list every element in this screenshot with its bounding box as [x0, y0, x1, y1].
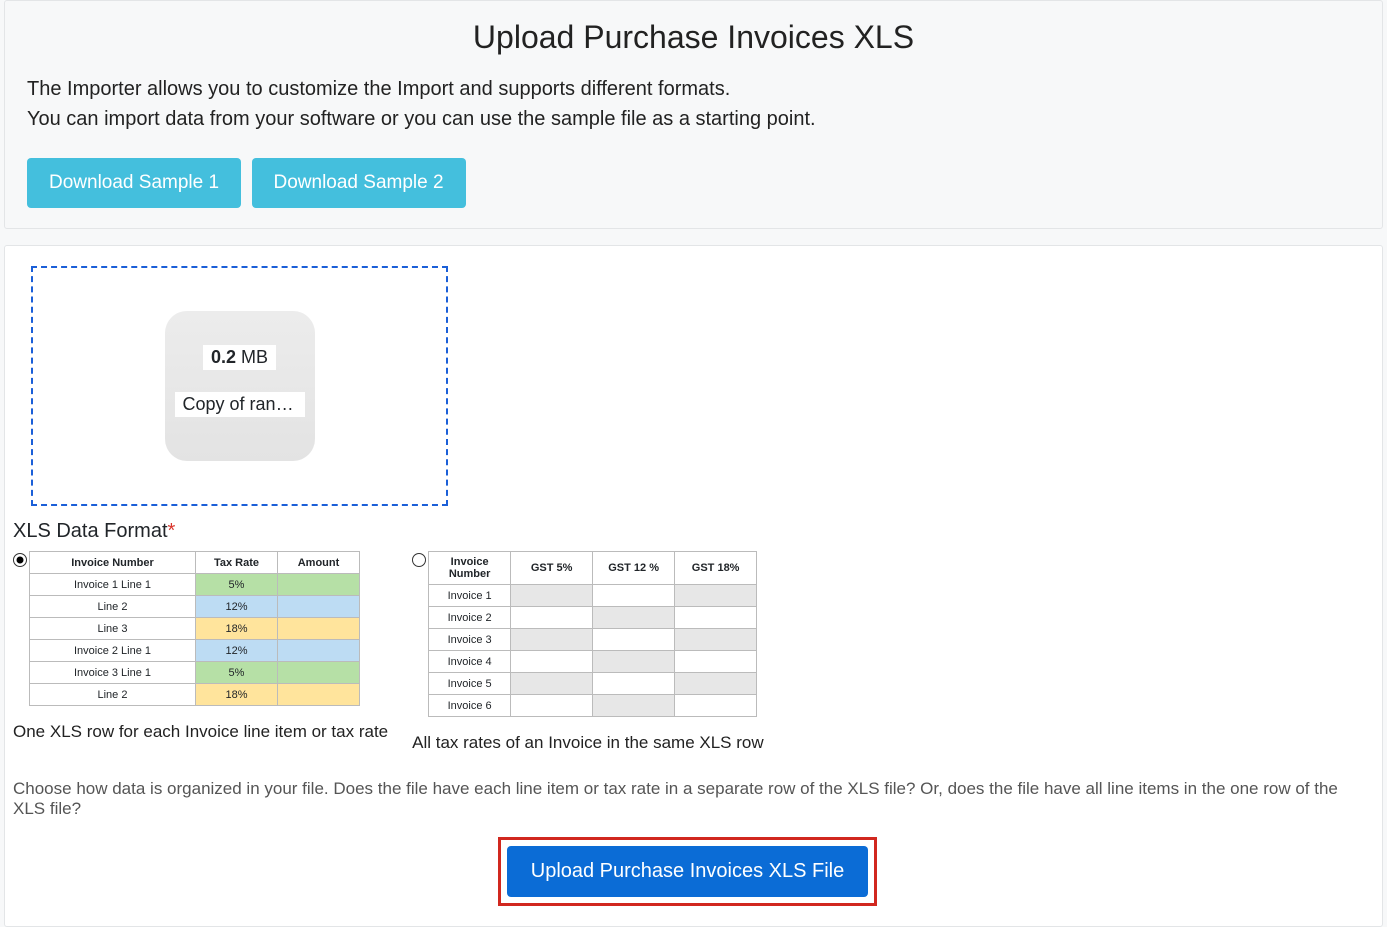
content-panel: 0.2 MB Copy of rand... XLS Data Format* …: [4, 245, 1383, 927]
table2-header: GST 12 %: [593, 552, 675, 585]
format-option-row-per-invoice: Invoice NumberGST 5%GST 12 %GST 18% Invo…: [412, 551, 764, 753]
format-option-1-caption: One XLS row for each Invoice line item o…: [13, 722, 388, 742]
file-size-number: 0.2: [211, 347, 236, 367]
upload-button[interactable]: Upload Purchase Invoices XLS File: [507, 846, 869, 897]
file-name: Copy of rand...: [175, 392, 305, 417]
table-row: Invoice 4: [429, 651, 757, 673]
table-row: Invoice 2: [429, 607, 757, 629]
radio-row-per-invoice[interactable]: [412, 553, 426, 567]
file-dropzone[interactable]: 0.2 MB Copy of rand...: [31, 266, 448, 506]
file-size-unit: MB: [241, 347, 268, 367]
file-size: 0.2 MB: [203, 345, 276, 370]
table-row: Invoice 3 Line 15%: [30, 662, 360, 684]
table2-header: GST 5%: [511, 552, 593, 585]
table-row: Invoice 5: [429, 673, 757, 695]
table1-header: Invoice Number: [30, 552, 196, 574]
format-option-2-caption: All tax rates of an Invoice in the same …: [412, 733, 764, 753]
upload-button-highlight: Upload Purchase Invoices XLS File: [498, 837, 878, 906]
table-row: Invoice 3: [429, 629, 757, 651]
table1-header: Tax Rate: [196, 552, 278, 574]
format-label-text: XLS Data Format: [13, 520, 168, 542]
download-sample-1-button[interactable]: Download Sample 1: [27, 158, 241, 208]
page-title: Upload Purchase Invoices XLS: [27, 19, 1360, 56]
intro-line-2: You can import data from your software o…: [27, 104, 1360, 134]
format-help-text: Choose how data is organized in your fil…: [13, 779, 1362, 819]
format-preview-table-2: Invoice NumberGST 5%GST 12 %GST 18% Invo…: [428, 551, 757, 717]
uploaded-file-card[interactable]: 0.2 MB Copy of rand...: [165, 311, 315, 461]
table-row: Invoice 1 Line 15%: [30, 574, 360, 596]
intro-line-1: The Importer allows you to customize the…: [27, 74, 1360, 104]
required-marker: *: [168, 520, 176, 542]
header-panel: Upload Purchase Invoices XLS The Importe…: [4, 0, 1383, 229]
table2-header: GST 18%: [675, 552, 757, 585]
table-row: Invoice 1: [429, 585, 757, 607]
intro-text: The Importer allows you to customize the…: [27, 74, 1360, 134]
table-row: Invoice 6: [429, 695, 757, 717]
table-row: Invoice 2 Line 112%: [30, 640, 360, 662]
upload-button-wrap: Upload Purchase Invoices XLS File: [13, 837, 1362, 906]
download-sample-2-button[interactable]: Download Sample 2: [252, 158, 466, 208]
format-option-row-per-line: Invoice NumberTax RateAmount Invoice 1 L…: [13, 551, 388, 742]
format-preview-table-1: Invoice NumberTax RateAmount Invoice 1 L…: [29, 551, 360, 706]
radio-row-per-line[interactable]: [13, 553, 27, 567]
table-row: Line 318%: [30, 618, 360, 640]
format-label: XLS Data Format*: [13, 520, 1362, 543]
table1-header: Amount: [278, 552, 360, 574]
table2-header: Invoice Number: [429, 552, 511, 585]
table-row: Line 218%: [30, 684, 360, 706]
table-row: Line 212%: [30, 596, 360, 618]
format-options-row: Invoice NumberTax RateAmount Invoice 1 L…: [13, 551, 1362, 753]
